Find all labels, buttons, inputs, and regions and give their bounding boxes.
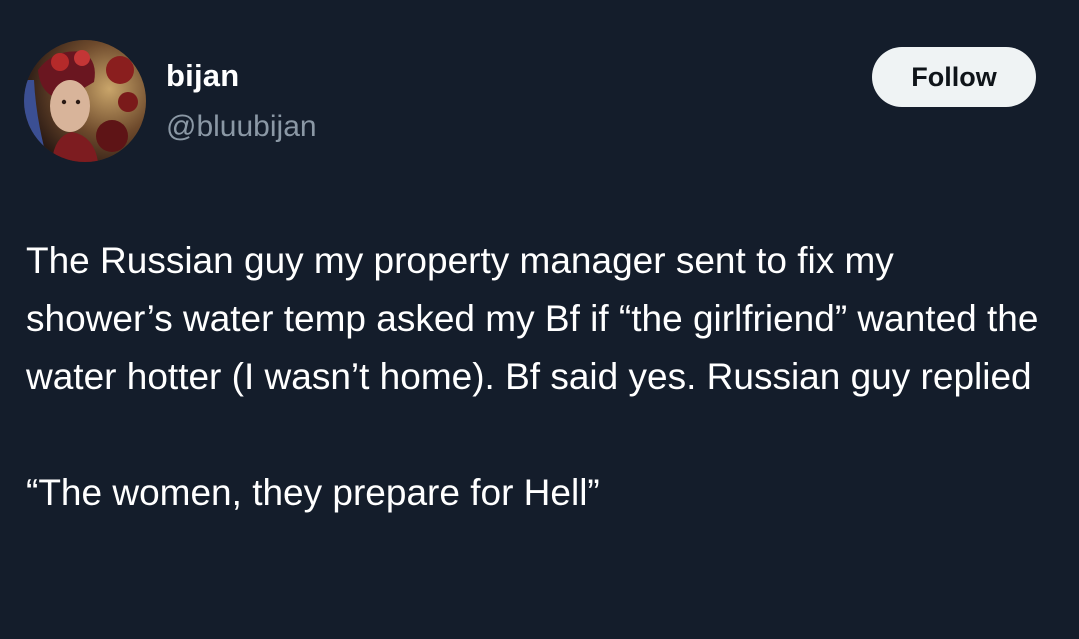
tweet-text: The Russian guy my property manager sent… [26,232,1046,522]
tweet-quote-paragraph: “The women, they prepare for Hell” [26,472,600,513]
author-display-name[interactable]: bijan [166,58,239,94]
follow-button[interactable]: Follow [872,47,1036,107]
tweet-card: bijan @bluubijan Follow The Russian guy … [0,0,1079,639]
author-handle[interactable]: @bluubijan [166,109,317,145]
avatar[interactable] [24,40,146,162]
tweet-paragraph: The Russian guy my property manager sent… [26,240,1039,397]
profile-photo-icon [24,40,146,162]
